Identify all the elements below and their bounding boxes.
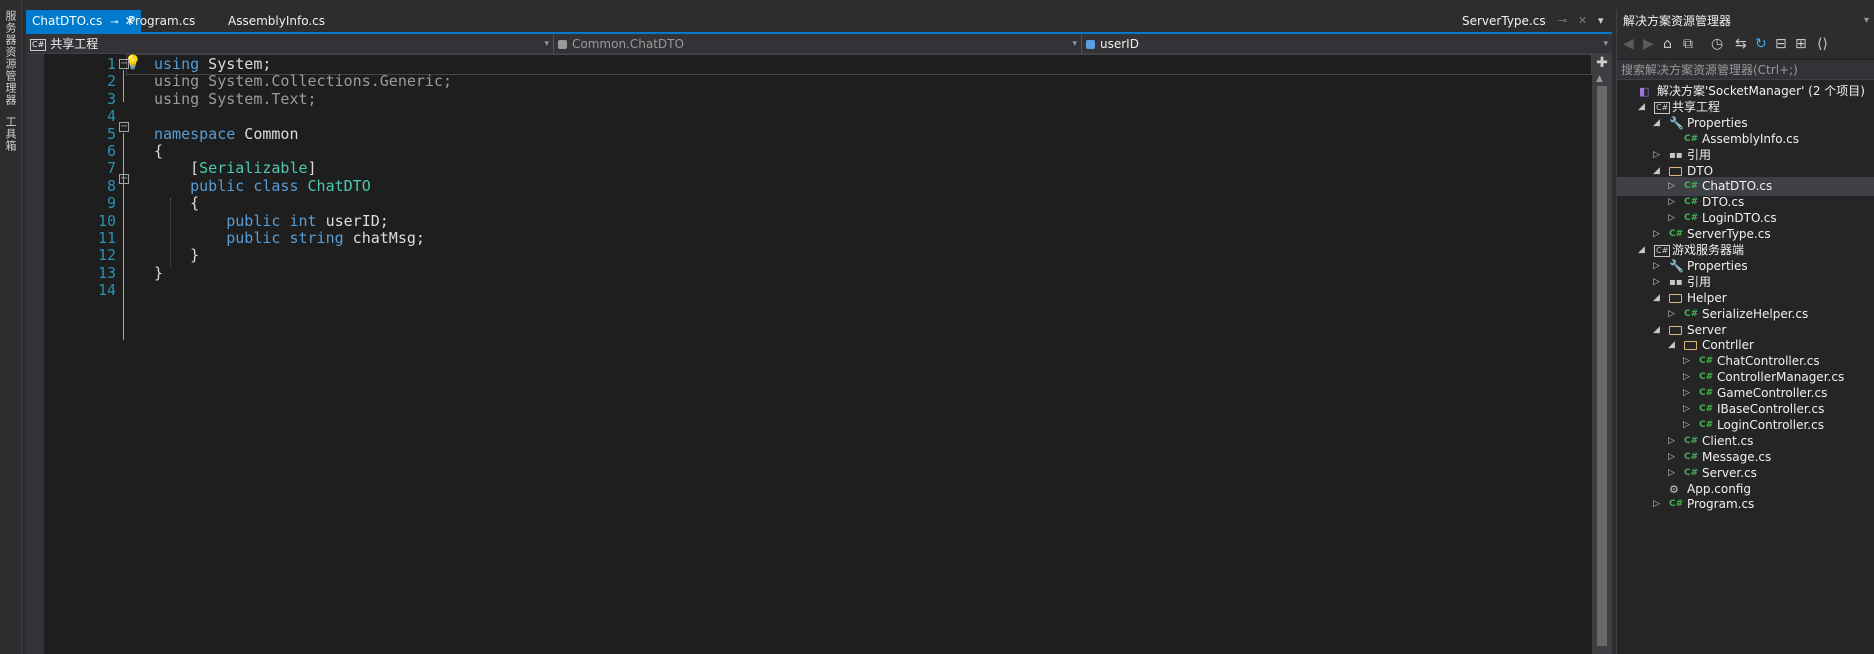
close-icon[interactable]: ✕ <box>1578 10 1587 32</box>
tree-item-label: Program.cs <box>1687 497 1755 512</box>
code-token: int <box>289 211 317 230</box>
code-token: { <box>154 194 200 213</box>
folder-icon <box>1669 166 1682 176</box>
collapse-all-icon[interactable]: ⊟ <box>1775 36 1787 52</box>
code-token: } <box>154 263 164 282</box>
chevron-down-icon: ▾ <box>544 39 549 49</box>
code-token: ChatDTO <box>307 176 371 195</box>
folder-icon <box>1684 341 1697 351</box>
tab-label: AssemblyInfo.cs <box>228 14 326 28</box>
code-token: [ <box>154 159 200 178</box>
folder-icon <box>1669 293 1682 303</box>
navigation-bar: C# 共享工程 ▾ Common.ChatDTO ▾ userID ▾ <box>26 34 1612 54</box>
code-token: public <box>226 229 281 247</box>
solution-search-input[interactable]: 搜索解决方案资源管理器(Ctrl+;) <box>1617 60 1874 80</box>
code-token: ] <box>307 159 317 178</box>
folder-icon <box>1669 325 1682 335</box>
tab-label: ServerType.cs <box>1462 14 1546 28</box>
code-token: public <box>226 211 281 230</box>
home-icon[interactable]: ⌂ <box>1663 36 1672 52</box>
code-token: public <box>190 176 245 195</box>
code-token: using <box>154 89 200 108</box>
project-dropdown[interactable]: C# 共享工程 ▾ <box>26 35 554 53</box>
pin-icon[interactable]: ⊸ <box>1558 10 1567 32</box>
forward-icon[interactable]: ▶ <box>1643 36 1654 52</box>
tab-servertype[interactable]: ServerType.cs <box>1462 10 1546 32</box>
tab-program[interactable]: Program.cs <box>122 10 201 32</box>
chevron-down-icon: ▾ <box>1072 39 1077 49</box>
code-token: System.Text; <box>199 89 317 108</box>
code-token: chatMsg; <box>343 229 425 247</box>
code-token: Serializable <box>199 159 308 178</box>
editor-scrollbar[interactable]: ✚ ▲ <box>1592 54 1612 654</box>
document-tab-strip: ChatDTO.cs ⊸ ✕ Program.cs AssemblyInfo.cs … <box>26 10 1612 32</box>
code-token: System; <box>199 55 272 73</box>
tab-assemblyinfo[interactable]: AssemblyInfo.cs <box>222 10 331 32</box>
line-number: 14 <box>97 281 116 300</box>
pin-icon[interactable]: ⊸ <box>110 17 118 28</box>
solution-explorer-title: 解决方案资源管理器 ▾ <box>1617 10 1874 32</box>
class-icon <box>558 40 567 49</box>
sync-icon[interactable]: ⇆ <box>1735 36 1747 52</box>
scroll-up-icon[interactable]: ▲ <box>1596 74 1603 84</box>
member-dropdown[interactable]: userID ▾ <box>1082 35 1612 53</box>
server-explorer-tab[interactable]: 服务器资源管理器 <box>2 10 18 106</box>
code-token: Common <box>235 124 299 143</box>
csharp-project-icon: C# <box>1654 245 1671 257</box>
split-window-icon[interactable]: ✚ <box>1594 56 1610 70</box>
project-dropdown-label: 共享工程 <box>50 37 99 51</box>
code-token: string <box>289 229 344 247</box>
code-token: userID; <box>316 211 389 230</box>
class-dropdown-label: Common.ChatDTO <box>572 37 684 51</box>
csharp-project-icon: C# <box>1654 101 1671 114</box>
panel-title: 解决方案资源管理器 <box>1623 14 1732 28</box>
code-view-icon[interactable]: ⟨⟩ <box>1817 36 1828 52</box>
pending-changes-icon[interactable]: ◷ <box>1711 36 1723 52</box>
tab-label: ChatDTO.cs <box>32 14 103 28</box>
refresh-icon[interactable]: ↻ <box>1755 36 1767 52</box>
scrollbar-thumb[interactable] <box>1597 86 1607 646</box>
tree-item[interactable]: ▷ C# Program.cs <box>1617 495 1874 514</box>
toolbox-tab[interactable]: 工具箱 <box>2 116 18 152</box>
code-editor[interactable]: 💡 − − − 1 using System; 2 using System.Coll… <box>26 54 1592 654</box>
code-token: class <box>253 176 299 195</box>
left-tool-rail: 服务器资源管理器 工具箱 <box>0 0 22 654</box>
code-token: System.Collections.Generic; <box>199 72 453 91</box>
field-icon <box>1086 40 1095 49</box>
member-dropdown-label: userID <box>1100 37 1139 51</box>
code-token: namespace <box>154 124 236 143</box>
collapsed-arrow-icon[interactable]: ▷ <box>1653 495 1660 514</box>
code-line[interactable]: 14 <box>26 280 1592 301</box>
tab-label: Program.cs <box>128 14 196 28</box>
tab-list-dropdown-icon[interactable]: ▾ <box>1598 10 1604 32</box>
panel-dropdown-icon[interactable]: ▾ <box>1864 10 1869 32</box>
solution-explorer-toolbar: ◀ ▶ ⌂ ⧉ ◷ ⇆ ↻ ⊟ ⊞ ⟨⟩ <box>1617 32 1874 58</box>
code-token: using <box>154 55 200 73</box>
csharp-project-icon: C# <box>30 39 47 51</box>
csharp-file-icon: C# <box>1669 499 1684 510</box>
chevron-down-icon: ▾ <box>1603 39 1608 49</box>
back-icon[interactable]: ◀ <box>1623 36 1634 52</box>
solution-explorer-panel: 解决方案资源管理器 ▾ ◀ ▶ ⌂ ⧉ ◷ ⇆ ↻ ⊟ ⊞ ⟨⟩ 搜索解决方案资… <box>1616 10 1874 654</box>
code-token: { <box>154 142 164 160</box>
code-token: } <box>154 246 200 265</box>
class-dropdown[interactable]: Common.ChatDTO ▾ <box>554 35 1082 53</box>
switch-views-icon[interactable]: ⧉ <box>1683 36 1693 52</box>
show-all-files-icon[interactable]: ⊞ <box>1795 36 1807 52</box>
code-token: using <box>154 72 200 91</box>
